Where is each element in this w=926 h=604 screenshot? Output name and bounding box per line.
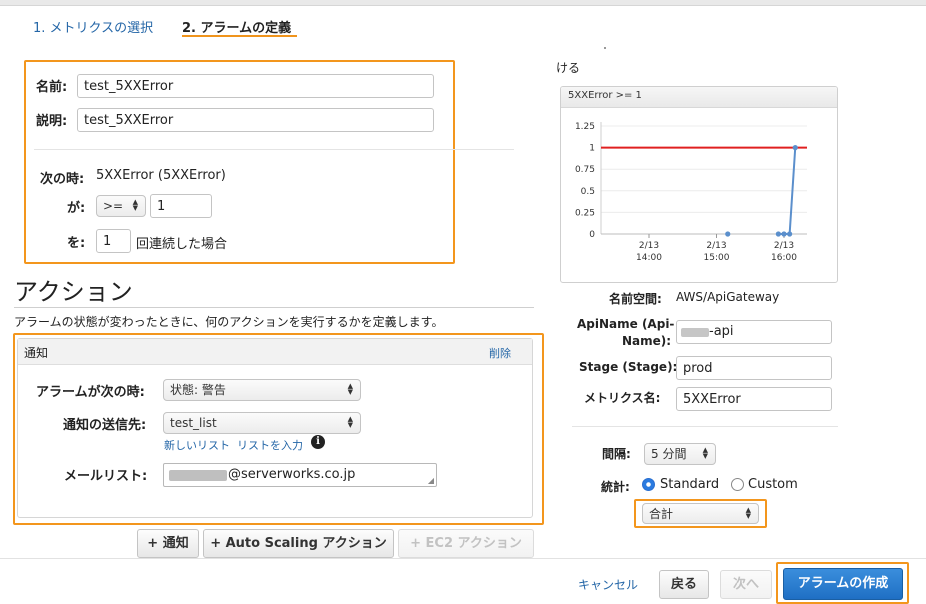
delete-notification-link[interactable]: 削除 (489, 345, 511, 361)
apiname-label-line2: Name): (622, 334, 672, 348)
statistic-value: 合計 (649, 507, 674, 521)
data-point (781, 231, 787, 237)
email-list-label: メールリスト: (64, 469, 148, 484)
x-tick-time-label: 14:00 (636, 253, 662, 263)
y-tick-label: 0 (589, 230, 595, 240)
select-arrows-icon: ▲ ▼ (347, 382, 353, 396)
alarm-state-select[interactable]: 状態: 警告 ▲ ▼ (163, 379, 361, 401)
wizard-step-select-metric[interactable]: 1. メトリクスの選択 (33, 17, 153, 36)
threshold-input[interactable] (150, 194, 212, 218)
resize-handle-icon: ◢ (427, 476, 434, 485)
when-label: 次の時: (40, 172, 85, 187)
notification-title: 通知 (24, 346, 49, 360)
period-value: 5 分間 (651, 447, 687, 461)
select-arrows-icon: ▲ ▼ (347, 415, 353, 429)
cancel-link[interactable]: キャンセル (578, 576, 638, 593)
add-ec2-action-button[interactable]: + EC2 アクション (398, 529, 534, 558)
actions-description: アラームの状態が変わったときに、何のアクションを実行するかを定義します。 (14, 315, 444, 329)
custom-radio[interactable] (731, 478, 744, 491)
namespace-label: 名前空間: (609, 292, 662, 306)
x-tick-date-label: 2/13 (639, 241, 659, 251)
preview-divider (572, 426, 838, 427)
chart-title-bar: 5XXError >= 1 (561, 87, 837, 108)
actions-divider (14, 307, 534, 308)
create-alarm-button[interactable]: アラームの作成 (783, 568, 903, 600)
data-point (725, 231, 731, 237)
apiname-input[interactable]: -api (676, 320, 832, 344)
is-label: が: (67, 201, 86, 216)
operator-select[interactable]: >= ▲ ▼ (96, 195, 146, 217)
stage-input[interactable] (676, 356, 832, 380)
notification-header (18, 339, 532, 365)
y-tick-label: 0.25 (575, 208, 595, 218)
next-button[interactable]: 次へ (720, 570, 772, 599)
select-arrows-icon: ▲ ▼ (132, 198, 138, 212)
select-arrows-icon: ▲ ▼ (745, 506, 751, 520)
custom-radio-label[interactable]: Custom (748, 477, 798, 492)
data-point (792, 145, 798, 151)
name-label: 名前: (36, 80, 68, 95)
top-bar (0, 0, 926, 6)
metric-condition: 5XXError (5XXError) (96, 168, 226, 183)
wizard-step-define-alarm[interactable]: 2. アラームの定義 (182, 17, 291, 36)
apiname-label-line1: ApiName (Api- (577, 317, 675, 331)
send-to-value: test_list (170, 416, 217, 430)
chart-panel: 5XXError >= 1 1.25 1 0.75 0.5 0.25 0 2/13 14:00… (560, 86, 838, 283)
period-label: 間隔: (602, 447, 631, 461)
actions-heading: アクション (14, 278, 133, 306)
standard-radio-label[interactable]: Standard (660, 477, 719, 492)
description-label: 説明: (36, 114, 68, 129)
apiname-redaction (681, 328, 709, 337)
footer-divider (0, 558, 926, 559)
add-autoscaling-action-button[interactable]: + Auto Scaling アクション (203, 529, 394, 558)
send-to-select[interactable]: test_list ▲ ▼ (163, 412, 361, 434)
apiname-value: -api (709, 324, 734, 339)
for-label: を: (67, 236, 86, 251)
select-arrows-icon: ▲ ▼ (702, 446, 708, 460)
email-list-textarea[interactable]: @serverworks.co.jp ◢ (163, 463, 437, 487)
active-step-underline (182, 35, 297, 37)
x-tick-time-label: 16:00 (771, 253, 797, 263)
metric-name-label: メトリクス名: (584, 391, 661, 405)
x-tick-date-label: 2/13 (706, 241, 726, 251)
enter-list-link[interactable]: リストを入力 (237, 437, 303, 453)
add-notification-button[interactable]: + 通知 (137, 529, 199, 558)
email-redaction (169, 470, 227, 481)
back-button[interactable]: 戻る (659, 570, 709, 599)
y-tick-label: 0.5 (581, 187, 595, 197)
preview-dot (604, 47, 606, 49)
new-list-link[interactable]: 新しいリスト (164, 437, 230, 453)
divider (34, 149, 514, 150)
periods-input[interactable] (96, 229, 131, 253)
alarm-state-value: 状態: 警告 (170, 383, 226, 397)
y-tick-label: 1 (589, 144, 595, 154)
x-tick-date-label: 2/13 (774, 241, 794, 251)
operator-value: >= (103, 199, 124, 213)
periods-suffix: 回連続した場合 (136, 237, 228, 252)
description-input[interactable] (77, 108, 434, 132)
data-point (775, 231, 781, 237)
x-tick-time-label: 15:00 (704, 253, 730, 263)
preview-heading: ける (556, 61, 581, 75)
alarm-state-label: アラームが次の時: (36, 385, 145, 400)
email-value: @serverworks.co.jp (228, 467, 356, 482)
data-point (787, 231, 793, 237)
y-tick-label: 0.75 (575, 165, 595, 175)
send-to-label: 通知の送信先: (63, 418, 147, 433)
standard-radio[interactable] (642, 478, 655, 491)
stage-label: Stage (Stage): (579, 360, 678, 374)
info-icon[interactable]: i (311, 435, 325, 449)
metric-name-input[interactable] (676, 387, 832, 411)
period-select[interactable]: 5 分間 ▲ ▼ (644, 443, 716, 465)
name-input[interactable] (77, 74, 434, 98)
alarm-chart: 1.25 1 0.75 0.5 0.25 0 2/13 14:00 2/13 15:00 2/13 1… (575, 122, 807, 263)
statistic-label: 統計: (601, 480, 630, 494)
statistic-select[interactable]: 合計 ▲ ▼ (642, 503, 759, 524)
chart-title: 5XXError >= 1 (568, 90, 642, 101)
y-tick-label: 1.25 (575, 122, 595, 132)
namespace-value: AWS/ApiGateway (676, 290, 780, 304)
